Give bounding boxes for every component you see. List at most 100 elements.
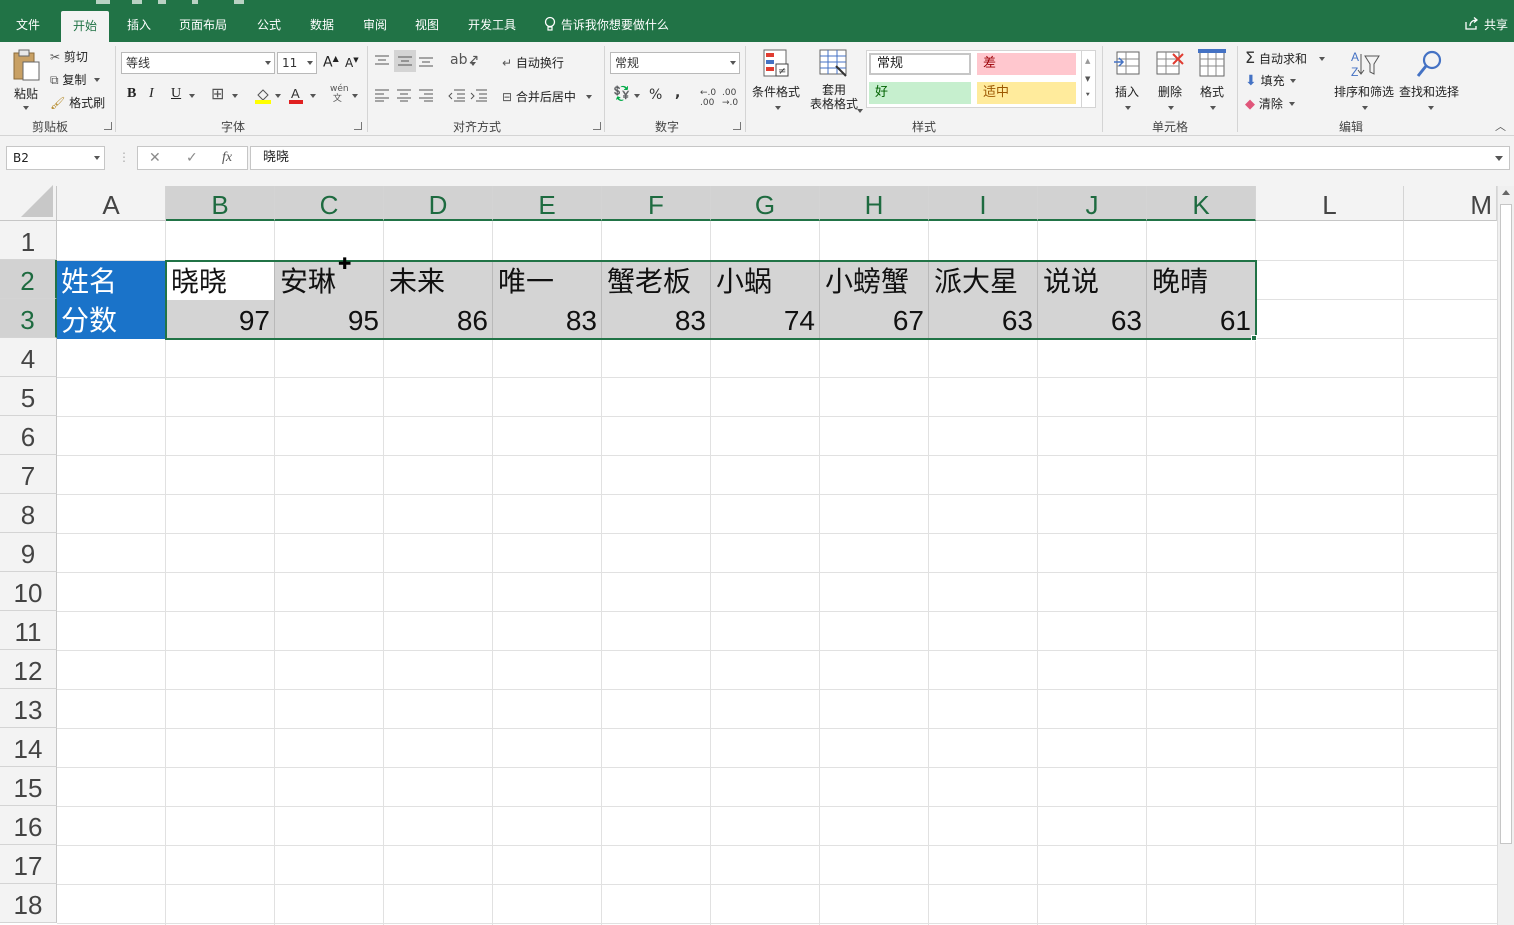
font-color-icon[interactable]: A bbox=[288, 86, 304, 104]
align-center-icon[interactable] bbox=[396, 88, 412, 105]
column-header-h[interactable]: H bbox=[820, 186, 929, 221]
cell-g3[interactable]: 74 bbox=[711, 300, 820, 339]
tab-home[interactable]: 开始 bbox=[61, 11, 110, 42]
row-header-15[interactable]: 15 bbox=[0, 767, 57, 806]
row-header-2[interactable]: 2 bbox=[0, 260, 57, 299]
conditional-formatting-button[interactable]: ≠ 条件格式 bbox=[751, 48, 801, 110]
column-header-k[interactable]: K bbox=[1147, 186, 1256, 221]
scroll-thumb[interactable] bbox=[1500, 204, 1512, 844]
wrap-text-button[interactable]: ↵ 自动换行 bbox=[502, 54, 564, 71]
formula-input[interactable]: 晓晓 bbox=[250, 146, 1510, 170]
clipboard-launcher-icon[interactable] bbox=[104, 122, 112, 130]
paste-button[interactable]: 粘贴 bbox=[8, 48, 44, 112]
format-as-table-button[interactable]: 套用 表格格式 bbox=[804, 48, 864, 113]
tab-view[interactable]: 视图 bbox=[407, 8, 447, 42]
tab-insert[interactable]: 插入 bbox=[119, 8, 159, 42]
percent-button[interactable]: % bbox=[649, 87, 662, 103]
comma-button[interactable]: , bbox=[675, 85, 680, 101]
fill-handle[interactable] bbox=[1251, 335, 1257, 341]
worksheet-grid[interactable]: A B C D E F G H I J K L M 1 2 3 4 5 6 7 … bbox=[0, 185, 1514, 925]
tab-file[interactable]: 文件 bbox=[8, 8, 48, 42]
cell-c2[interactable]: 安琳 bbox=[275, 261, 384, 300]
decrease-decimal-icon[interactable]: .00 →.0 bbox=[722, 88, 738, 108]
cell-j3[interactable]: 63 bbox=[1038, 300, 1147, 339]
align-bottom-icon[interactable] bbox=[418, 54, 434, 71]
insert-cells-button[interactable]: 插入 bbox=[1112, 48, 1142, 110]
name-box[interactable]: B2 bbox=[6, 146, 105, 170]
share-button[interactable]: 共享 bbox=[1464, 8, 1508, 42]
align-right-icon[interactable] bbox=[418, 88, 434, 105]
cell-h2[interactable]: 小螃蟹 bbox=[820, 261, 929, 300]
column-header-m[interactable]: M bbox=[1404, 186, 1497, 221]
font-launcher-icon[interactable] bbox=[354, 122, 362, 130]
row-header-3[interactable]: 3 bbox=[0, 299, 57, 338]
row-header-5[interactable]: 5 bbox=[0, 377, 57, 416]
merge-center-button[interactable]: ⊟ 合并后居中 bbox=[502, 88, 592, 105]
increase-decimal-icon[interactable]: ←.0.00 bbox=[700, 88, 716, 108]
cell-d3[interactable]: 86 bbox=[384, 300, 493, 339]
align-middle-icon[interactable] bbox=[394, 50, 416, 72]
vertical-scrollbar[interactable] bbox=[1497, 186, 1514, 925]
column-header-i[interactable]: I bbox=[929, 186, 1038, 221]
row-header-7[interactable]: 7 bbox=[0, 455, 57, 494]
grow-font-icon[interactable]: A▲ bbox=[323, 54, 339, 71]
tab-data[interactable]: 数据 bbox=[302, 8, 342, 42]
tab-formulas[interactable]: 公式 bbox=[249, 8, 289, 42]
underline-button[interactable]: U bbox=[171, 86, 181, 102]
cell-k3[interactable]: 61 bbox=[1147, 300, 1256, 339]
currency-icon[interactable]: 💱 bbox=[613, 86, 630, 102]
column-header-a[interactable]: A bbox=[57, 186, 166, 221]
row-header-13[interactable]: 13 bbox=[0, 689, 57, 728]
style-good[interactable]: 好 bbox=[869, 82, 971, 104]
cell-a2[interactable]: 姓名 bbox=[57, 261, 165, 300]
cell-b3[interactable]: 97 bbox=[166, 300, 275, 339]
cell-d2[interactable]: 未来 bbox=[384, 261, 493, 300]
collapse-ribbon-icon[interactable]: ︿ bbox=[1495, 118, 1506, 134]
cell-a3[interactable]: 分数 bbox=[57, 300, 165, 339]
cell-h3[interactable]: 67 bbox=[820, 300, 929, 339]
column-header-f[interactable]: F bbox=[602, 186, 711, 221]
shrink-font-icon[interactable]: A▼ bbox=[345, 56, 359, 70]
column-header-d[interactable]: D bbox=[384, 186, 493, 221]
row-header-18[interactable]: 18 bbox=[0, 884, 57, 923]
row-header-16[interactable]: 16 bbox=[0, 806, 57, 845]
copy-button[interactable]: ⧉ 复制 bbox=[50, 71, 101, 88]
row-header-11[interactable]: 11 bbox=[0, 611, 57, 650]
more-styles-icon[interactable]: ⯆ bbox=[1085, 91, 1091, 100]
tab-developer[interactable]: 开发工具 bbox=[460, 8, 524, 42]
column-header-c[interactable]: C bbox=[275, 186, 384, 221]
align-top-icon[interactable] bbox=[374, 54, 390, 71]
tab-review[interactable]: 审阅 bbox=[355, 8, 395, 42]
number-format-combo[interactable]: 常规 bbox=[610, 52, 740, 74]
row-header-8[interactable]: 8 bbox=[0, 494, 57, 533]
row-header-17[interactable]: 17 bbox=[0, 845, 57, 884]
format-cells-button[interactable]: 格式 bbox=[1197, 48, 1227, 110]
autosum-button[interactable]: Σ 自动求和 bbox=[1245, 48, 1325, 67]
cell-e3[interactable]: 83 bbox=[493, 300, 602, 339]
row-header-9[interactable]: 9 bbox=[0, 533, 57, 572]
fill-button[interactable]: ⬇ 填充 bbox=[1245, 72, 1297, 89]
row-header-14[interactable]: 14 bbox=[0, 728, 57, 767]
phonetic-icon[interactable]: wén 文 bbox=[330, 84, 349, 104]
cell-g2[interactable]: 小蜗 bbox=[711, 261, 820, 300]
cell-i2[interactable]: 派大星 bbox=[929, 261, 1038, 300]
font-size-combo[interactable]: 11 bbox=[277, 52, 317, 74]
cell-j2[interactable]: 说说 bbox=[1038, 261, 1147, 300]
number-launcher-icon[interactable] bbox=[733, 122, 741, 130]
column-header-l[interactable]: L bbox=[1256, 186, 1404, 221]
column-header-g[interactable]: G bbox=[711, 186, 820, 221]
align-left-icon[interactable] bbox=[374, 88, 390, 105]
cut-button[interactable]: ✂ 剪切 bbox=[50, 48, 88, 65]
row-header-1[interactable]: 1 bbox=[0, 221, 57, 260]
cancel-icon[interactable]: ✕ bbox=[149, 150, 161, 166]
insert-function-icon[interactable]: fx bbox=[222, 150, 232, 166]
expand-formula-bar-icon[interactable] bbox=[1495, 156, 1503, 161]
column-header-b[interactable]: B bbox=[166, 186, 275, 221]
row-header-12[interactable]: 12 bbox=[0, 650, 57, 689]
delete-cells-button[interactable]: 删除 bbox=[1154, 48, 1186, 110]
row-header-10[interactable]: 10 bbox=[0, 572, 57, 611]
alignment-launcher-icon[interactable] bbox=[593, 122, 601, 130]
enter-icon[interactable]: ✓ bbox=[186, 150, 198, 166]
scroll-up-icon[interactable] bbox=[1502, 190, 1510, 195]
tell-me-search[interactable]: 告诉我你想要做什么 bbox=[543, 8, 669, 42]
